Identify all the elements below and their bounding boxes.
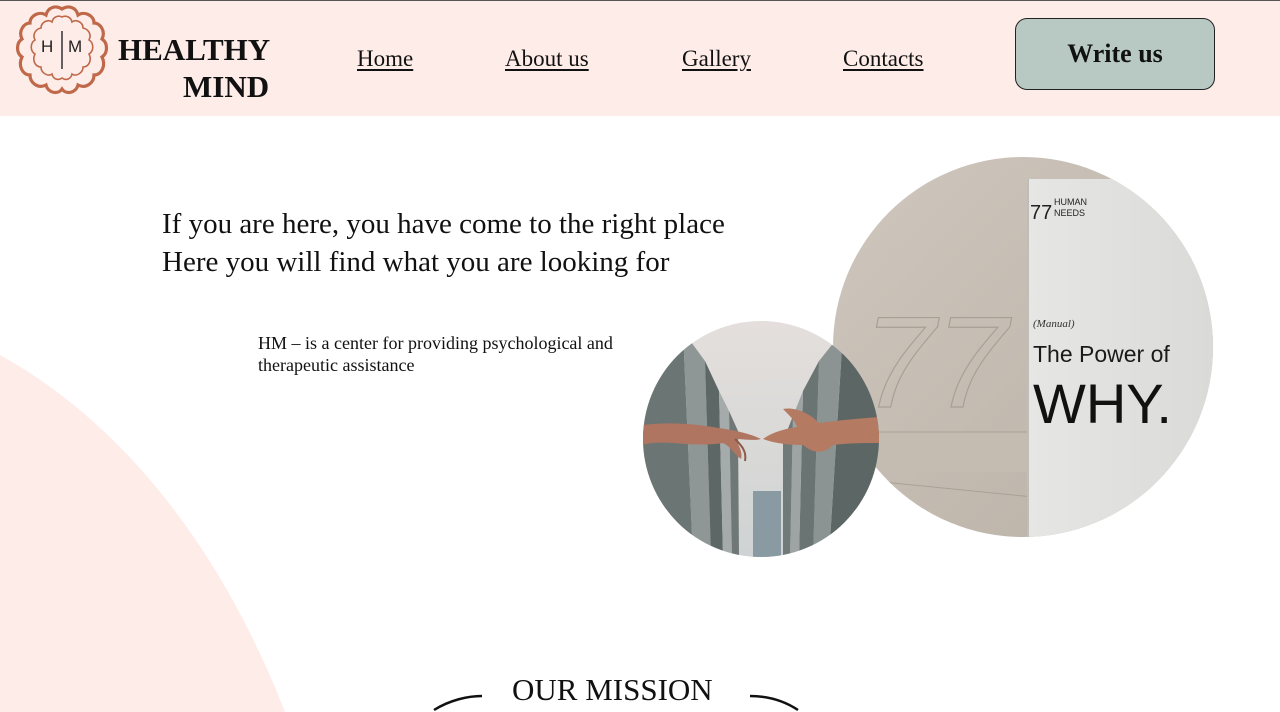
brand-logo[interactable]: H M: [14, 3, 110, 97]
book-top-number: 77: [1030, 202, 1052, 224]
brand-line-2: MIND: [183, 69, 270, 104]
hero-heading: If you are here, you have come to the ri…: [162, 205, 725, 281]
hero-description: HM – is a center for providing psycholog…: [258, 333, 613, 375]
flower-logo-icon: [15, 5, 109, 95]
book-title: The Power of: [1033, 341, 1170, 367]
embossed-number: 77: [863, 289, 1012, 435]
hero-heading-line-2: Here you will find what you are looking …: [162, 246, 670, 278]
nav-home-link[interactable]: Home: [357, 46, 413, 72]
book-subtitle: (Manual): [1033, 318, 1075, 330]
book-top-line-2: NEEDS: [1054, 208, 1085, 218]
brand-line-1: HEALTHY: [118, 32, 271, 67]
hero-heading-line-1: If you are here, you have come to the ri…: [162, 208, 725, 240]
book-top-line-1: HUMAN: [1054, 197, 1087, 207]
mission-heading: OUR MISSION: [512, 672, 713, 707]
hands-photo: [643, 321, 879, 557]
book-big-word: WHY.: [1033, 372, 1172, 435]
book-photo-illustration: 77 77 HUMAN NEEDS (Manual) The Power of …: [833, 157, 1213, 537]
nav-gallery-link[interactable]: Gallery: [682, 46, 751, 72]
write-us-button[interactable]: Write us: [1015, 18, 1215, 90]
hands-reaching-illustration: [643, 321, 879, 557]
site-header: H M HEALTHY MIND Home About us Gallery C…: [0, 0, 1280, 116]
brand-name[interactable]: HEALTHY MIND: [118, 31, 283, 105]
nav-about-link[interactable]: About us: [505, 46, 589, 72]
book-photo: 77 77 HUMAN NEEDS (Manual) The Power of …: [833, 157, 1213, 537]
page: H M HEALTHY MIND Home About us Gallery C…: [0, 0, 1280, 712]
logo-letter-h: H: [41, 37, 54, 56]
nav-contacts-link[interactable]: Contacts: [843, 46, 924, 72]
logo-letter-m: M: [68, 37, 83, 56]
